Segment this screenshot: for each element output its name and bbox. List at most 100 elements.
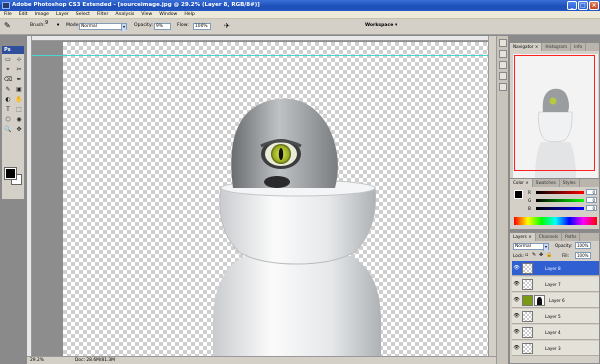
panel-dock-strip — [496, 36, 508, 364]
menu-edit[interactable]: Edit — [19, 12, 28, 17]
eraser-tool-icon[interactable]: ⌫ — [3, 75, 13, 84]
minimize-button[interactable]: _ — [567, 1, 577, 10]
red-channel-slider[interactable] — [536, 191, 584, 194]
blend-mode-select[interactable]: Normal ▾ — [513, 243, 549, 251]
document-work-area — [27, 36, 488, 356]
crop-tool-icon[interactable]: ✂ — [14, 65, 24, 74]
tab-color[interactable]: Color × — [510, 179, 533, 187]
menu-image[interactable]: Image — [35, 12, 49, 17]
eye-icon[interactable]: 👁 — [513, 313, 520, 320]
color-spectrum-ramp[interactable] — [514, 217, 597, 225]
zoom-tool-icon[interactable]: 🔍 — [3, 125, 13, 134]
tab-styles[interactable]: Styles — [560, 179, 580, 187]
color-panel-tabs: Color × Swatches Styles — [510, 179, 599, 187]
marquee-tool-icon[interactable]: ▭ — [3, 55, 13, 64]
tab-swatches[interactable]: Swatches — [533, 179, 560, 187]
flow-label: Flow: — [177, 23, 189, 28]
hand-tool-icon[interactable]: ✋ — [14, 95, 24, 104]
layer-name: Layer 5 — [545, 314, 561, 319]
layer-row-6[interactable]: 👁 Layer 6 — [512, 293, 599, 308]
eye-icon[interactable]: 👁 — [513, 329, 520, 336]
tab-histogram[interactable]: Histogram — [542, 43, 572, 51]
menu-analysis[interactable]: Analysis — [115, 12, 134, 17]
history-panel-icon[interactable] — [499, 39, 507, 47]
eye-icon[interactable]: 👁 — [513, 345, 520, 352]
fill-field[interactable]: 100% — [575, 252, 591, 259]
opacity-field[interactable]: 9% — [154, 23, 171, 30]
menu-layer[interactable]: Layer — [56, 12, 69, 17]
brush-tool-icon[interactable]: ✎ — [3, 85, 13, 94]
vertical-scrollbar[interactable] — [488, 36, 496, 356]
layer-row-7[interactable]: 👁 Layer 7 — [512, 277, 599, 292]
menu-filter[interactable]: Filter — [97, 12, 108, 17]
3d-rotate-tool-icon[interactable]: ✥ — [14, 125, 24, 134]
layer-opacity-field[interactable]: 100% — [575, 242, 591, 249]
foreground-color-swatch[interactable] — [4, 167, 17, 180]
menu-file[interactable]: File — [4, 12, 12, 17]
layer-thumbnail — [522, 343, 533, 354]
blend-mode-value: Normal — [515, 244, 531, 249]
maximize-button[interactable]: □ — [578, 1, 588, 10]
tab-paths[interactable]: Paths — [562, 233, 581, 241]
menu-select[interactable]: Select — [76, 12, 90, 17]
title-bar: Adobe Photoshop CS3 Extended - [sourceim… — [0, 0, 600, 11]
type-tool-icon[interactable]: T — [3, 105, 13, 114]
path-select-tool-icon[interactable]: ⬚ — [14, 105, 24, 114]
eye-icon[interactable]: 👁 — [513, 281, 520, 288]
layer-row-3[interactable]: 👁 Layer 3 — [512, 341, 599, 356]
clone-source-panel-icon[interactable] — [499, 83, 507, 91]
layer-row-4[interactable]: 👁 Layer 4 — [512, 325, 599, 340]
workspace-menu[interactable]: Workspace ▾ — [365, 23, 397, 28]
red-channel-value[interactable]: 0 — [586, 189, 597, 195]
opacity-label: Opacity: — [134, 23, 153, 28]
airbrush-icon[interactable]: ✈ — [224, 22, 230, 30]
document-canvas[interactable] — [63, 42, 488, 356]
dodge-tool-icon[interactable]: ◐ — [3, 95, 13, 104]
layer-mask-thumbnail[interactable] — [534, 295, 545, 306]
menu-help[interactable]: Help — [184, 12, 194, 17]
tool-presets-panel-icon[interactable] — [499, 72, 507, 80]
navigator-panel-tabs: Navigator × Histogram Info — [510, 43, 599, 51]
tab-navigator[interactable]: Navigator × — [510, 43, 543, 51]
lock-transparency-icon[interactable]: ▫ — [525, 252, 528, 258]
move-tool-icon[interactable]: ⊹ — [14, 55, 24, 64]
fill-value: 100% — [577, 253, 589, 258]
pen-tool-icon[interactable]: ✒ — [14, 75, 24, 84]
lock-all-icon[interactable]: 🔒 — [546, 252, 552, 258]
blue-channel-value[interactable]: 0 — [586, 205, 597, 211]
lasso-tool-icon[interactable]: ⌖ — [3, 65, 13, 74]
layer-thumbnail — [522, 327, 533, 338]
green-channel-value[interactable]: 0 — [586, 197, 597, 203]
eyedropper-tool-icon[interactable]: ◉ — [14, 115, 24, 124]
navigator-view-box[interactable] — [514, 55, 595, 171]
tab-layers[interactable]: Layers × — [510, 233, 536, 241]
menu-view[interactable]: View — [141, 12, 152, 17]
tab-channels[interactable]: Channels — [536, 233, 563, 241]
vertical-ruler — [27, 36, 32, 356]
tab-info[interactable]: Info — [571, 43, 587, 51]
mode-select[interactable]: Normal ▾ — [79, 23, 127, 31]
green-channel-slider[interactable] — [536, 199, 584, 202]
layer-name: Layer 3 — [545, 346, 561, 351]
actions-panel-icon[interactable] — [499, 50, 507, 58]
status-zoom[interactable]: 29.2% — [30, 357, 44, 364]
chevron-down-icon: ▾ — [543, 244, 548, 251]
window-title: Adobe Photoshop CS3 Extended - [sourceim… — [12, 2, 260, 8]
close-button[interactable]: × — [589, 1, 599, 10]
eye-icon[interactable]: 👁 — [513, 265, 520, 272]
blue-channel-slider[interactable] — [536, 207, 584, 210]
brush-tool-icon[interactable]: ✎ — [4, 22, 11, 30]
brush-size[interactable]: 9 — [45, 20, 48, 26]
menu-window[interactable]: Window — [159, 12, 177, 17]
flow-field[interactable]: 100% — [193, 23, 211, 30]
layer-row-5[interactable]: 👁 Layer 5 — [512, 309, 599, 324]
lock-position-icon[interactable]: ✥ — [539, 252, 543, 258]
stamp-tool-icon[interactable]: ▣ — [14, 85, 24, 94]
layer-row-8[interactable]: 👁 Layer 8 — [512, 261, 599, 276]
shape-tool-icon[interactable]: ⬡ — [3, 115, 13, 124]
lock-image-icon[interactable]: ✎ — [532, 252, 536, 258]
horizontal-ruler — [27, 36, 488, 41]
brush-picker-icon[interactable]: • — [56, 21, 60, 29]
eye-icon[interactable]: 👁 — [513, 297, 520, 304]
brushes-panel-icon[interactable] — [499, 61, 507, 69]
